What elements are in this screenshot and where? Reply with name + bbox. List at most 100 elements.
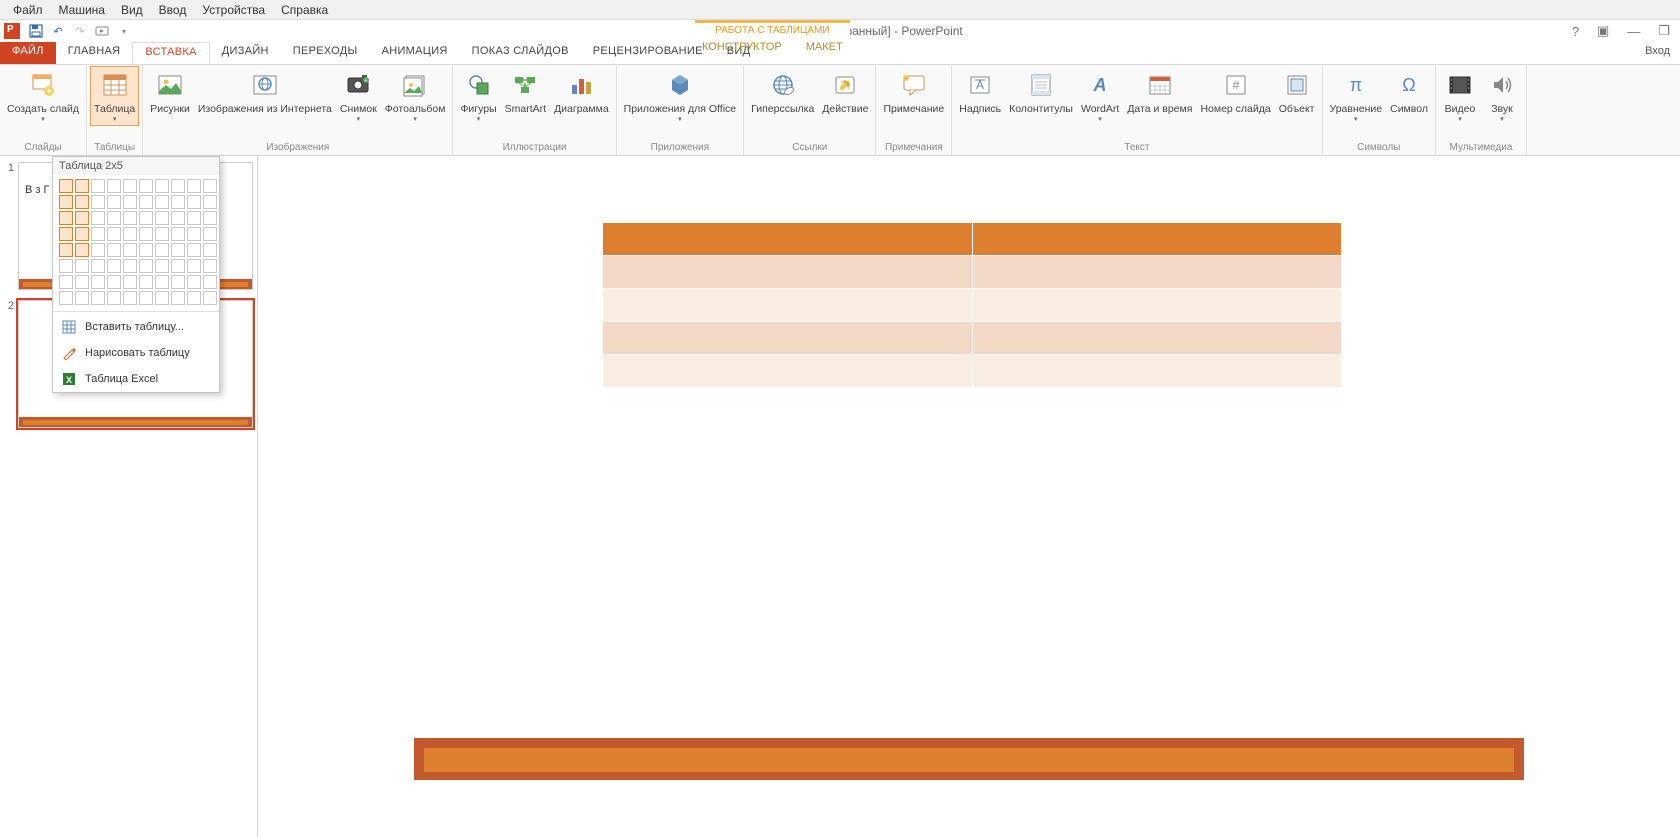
- grid-cell[interactable]: [171, 179, 185, 193]
- online-pictures-button[interactable]: Изображения из Интернета: [195, 67, 335, 117]
- grid-cell[interactable]: [59, 179, 73, 193]
- grid-cell[interactable]: [155, 179, 169, 193]
- grid-cell[interactable]: [203, 227, 217, 241]
- tab-slideshow[interactable]: ПОКАЗ СЛАЙДОВ: [460, 42, 581, 64]
- grid-cell[interactable]: [155, 195, 169, 209]
- grid-cell[interactable]: [107, 195, 121, 209]
- chart-button[interactable]: Диаграмма: [551, 67, 612, 117]
- grid-cell[interactable]: [107, 227, 121, 241]
- grid-cell[interactable]: [75, 211, 89, 225]
- tab-table-design[interactable]: КОНСТРУКТОР: [690, 38, 794, 53]
- tab-table-layout[interactable]: МАКЕТ: [794, 38, 855, 53]
- grid-cell[interactable]: [139, 275, 153, 289]
- grid-cell[interactable]: [91, 227, 105, 241]
- grid-cell[interactable]: [75, 227, 89, 241]
- current-slide[interactable]: [414, 156, 1524, 780]
- restore-button[interactable]: ❐: [1658, 23, 1670, 39]
- save-button[interactable]: [28, 23, 44, 39]
- slide-number-button[interactable]: #Номер слайда: [1197, 67, 1273, 117]
- comment-button[interactable]: ✦Примечание: [880, 67, 947, 117]
- grid-cell[interactable]: [75, 291, 89, 305]
- grid-cell[interactable]: [59, 195, 73, 209]
- grid-cell[interactable]: [75, 243, 89, 257]
- audio-button[interactable]: Звук▾: [1482, 67, 1522, 125]
- grid-cell[interactable]: [171, 259, 185, 273]
- vm-menu-machine[interactable]: Машина: [51, 1, 113, 19]
- grid-cell[interactable]: [155, 243, 169, 257]
- smartart-button[interactable]: SmartArt: [502, 67, 549, 117]
- grid-cell[interactable]: [107, 275, 121, 289]
- grid-cell[interactable]: [155, 211, 169, 225]
- grid-cell[interactable]: [203, 291, 217, 305]
- grid-cell[interactable]: [139, 195, 153, 209]
- grid-cell[interactable]: [187, 179, 201, 193]
- grid-cell[interactable]: [171, 227, 185, 241]
- excel-spreadsheet-menu-item[interactable]: X Таблица Excel: [53, 366, 219, 392]
- grid-cell[interactable]: [139, 243, 153, 257]
- grid-cell[interactable]: [75, 195, 89, 209]
- inserted-table[interactable]: [602, 222, 1342, 388]
- grid-cell[interactable]: [155, 259, 169, 273]
- grid-cell[interactable]: [139, 291, 153, 305]
- grid-cell[interactable]: [171, 275, 185, 289]
- grid-cell[interactable]: [203, 275, 217, 289]
- grid-cell[interactable]: [75, 179, 89, 193]
- grid-cell[interactable]: [171, 195, 185, 209]
- ribbon-display-options[interactable]: ▣: [1597, 23, 1609, 39]
- grid-cell[interactable]: [107, 179, 121, 193]
- grid-cell[interactable]: [123, 211, 137, 225]
- undo-button[interactable]: ↶: [50, 23, 66, 39]
- grid-cell[interactable]: [123, 291, 137, 305]
- grid-cell[interactable]: [107, 211, 121, 225]
- grid-cell[interactable]: [187, 275, 201, 289]
- tab-design[interactable]: ДИЗАЙН: [210, 42, 281, 64]
- apps-button[interactable]: Приложения для Office▾: [621, 67, 739, 125]
- header-footer-button[interactable]: Колонтитулы: [1006, 67, 1076, 117]
- grid-cell[interactable]: [107, 243, 121, 257]
- grid-cell[interactable]: [187, 211, 201, 225]
- grid-cell[interactable]: [155, 275, 169, 289]
- grid-cell[interactable]: [75, 259, 89, 273]
- vm-menu-input[interactable]: Ввод: [151, 1, 195, 19]
- start-from-beginning-button[interactable]: [94, 23, 110, 39]
- grid-cell[interactable]: [139, 211, 153, 225]
- grid-cell[interactable]: [139, 227, 153, 241]
- grid-cell[interactable]: [59, 275, 73, 289]
- grid-cell[interactable]: [59, 243, 73, 257]
- tab-file[interactable]: ФАЙЛ: [0, 42, 56, 64]
- grid-cell[interactable]: [171, 243, 185, 257]
- tab-insert[interactable]: ВСТАВКА: [132, 42, 209, 64]
- date-time-button[interactable]: Дата и время: [1124, 67, 1195, 117]
- grid-cell[interactable]: [155, 291, 169, 305]
- grid-cell[interactable]: [123, 179, 137, 193]
- grid-cell[interactable]: [203, 243, 217, 257]
- vm-menu-help[interactable]: Справка: [273, 1, 336, 19]
- grid-cell[interactable]: [139, 179, 153, 193]
- grid-cell[interactable]: [123, 227, 137, 241]
- minimize-button[interactable]: —: [1627, 24, 1640, 39]
- grid-cell[interactable]: [171, 211, 185, 225]
- grid-cell[interactable]: [203, 195, 217, 209]
- action-button[interactable]: Действие: [819, 67, 871, 117]
- grid-cell[interactable]: [59, 291, 73, 305]
- tab-transitions[interactable]: ПЕРЕХОДЫ: [281, 42, 370, 64]
- grid-cell[interactable]: [91, 259, 105, 273]
- grid-cell[interactable]: [91, 291, 105, 305]
- grid-cell[interactable]: [187, 227, 201, 241]
- grid-cell[interactable]: [187, 243, 201, 257]
- grid-cell[interactable]: [91, 179, 105, 193]
- pictures-button[interactable]: Рисунки: [147, 67, 193, 117]
- insert-table-menu-item[interactable]: Вставить таблицу...: [53, 314, 219, 340]
- help-button[interactable]: ?: [1572, 24, 1579, 39]
- grid-cell[interactable]: [91, 243, 105, 257]
- redo-button[interactable]: ↷: [72, 23, 88, 39]
- tab-home[interactable]: ГЛАВНАЯ: [56, 42, 133, 64]
- object-button[interactable]: Объект: [1276, 67, 1318, 117]
- grid-cell[interactable]: [187, 195, 201, 209]
- equation-button[interactable]: πУравнение▾: [1327, 67, 1386, 125]
- grid-cell[interactable]: [123, 243, 137, 257]
- grid-cell[interactable]: [155, 227, 169, 241]
- grid-cell[interactable]: [123, 275, 137, 289]
- grid-cell[interactable]: [59, 227, 73, 241]
- symbol-button[interactable]: ΩСимвол: [1387, 67, 1431, 117]
